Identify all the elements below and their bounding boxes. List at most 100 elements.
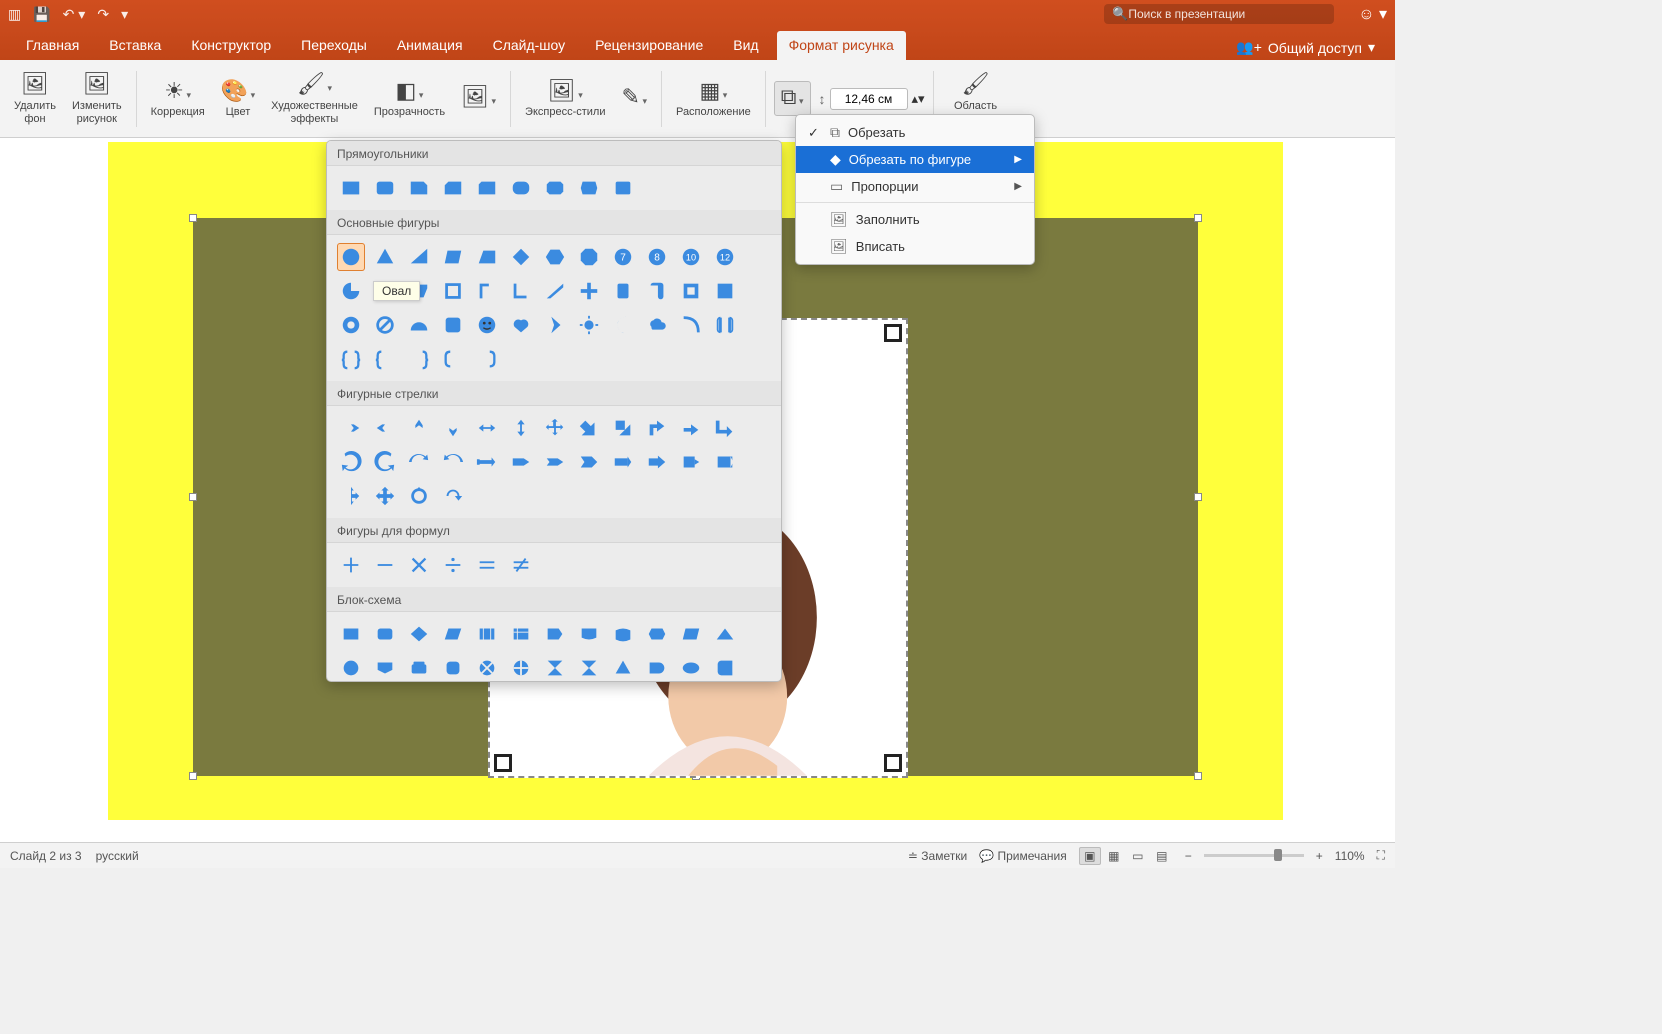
tab-slideshow[interactable]: Слайд-шоу [481, 31, 578, 60]
shape-option[interactable] [575, 174, 603, 202]
resize-handle[interactable] [189, 772, 197, 780]
shape-option[interactable] [337, 620, 365, 648]
shape-option[interactable] [643, 448, 671, 476]
shape-option[interactable] [473, 345, 501, 373]
shape-option[interactable] [711, 620, 739, 648]
shape-option[interactable] [405, 448, 433, 476]
shape-option[interactable] [575, 414, 603, 442]
shape-option[interactable] [337, 174, 365, 202]
shape-option[interactable] [677, 448, 705, 476]
tab-review[interactable]: Рецензирование [583, 31, 715, 60]
language-indicator[interactable]: русский [96, 849, 139, 863]
shape-option[interactable] [405, 345, 433, 373]
shape-option[interactable]: 7 [609, 243, 637, 271]
shape-option[interactable] [337, 551, 365, 579]
shape-option[interactable] [439, 277, 467, 305]
shape-option[interactable] [371, 243, 399, 271]
shape-option[interactable] [337, 448, 365, 476]
shape-option[interactable] [711, 654, 739, 681]
shape-option[interactable] [473, 448, 501, 476]
shape-option[interactable] [337, 311, 365, 339]
zoom-in-button[interactable]: + [1316, 849, 1323, 863]
shape-option[interactable] [575, 277, 603, 305]
shape-option[interactable] [507, 414, 535, 442]
compress-reset-button[interactable]: 🖼 [455, 82, 502, 114]
tab-design[interactable]: Конструктор [179, 31, 283, 60]
comments-button[interactable]: 💬 Примечания [979, 849, 1067, 863]
shape-option[interactable] [541, 311, 569, 339]
reading-view-button[interactable]: ▭ [1127, 847, 1149, 865]
shape-option[interactable] [405, 551, 433, 579]
shape-option[interactable] [507, 174, 535, 202]
shape-option[interactable] [473, 174, 501, 202]
normal-view-button[interactable]: ▣ [1079, 847, 1101, 865]
menu-item-crop-to-shape[interactable]: ◆Обрезать по фигуре▶ [796, 146, 1034, 173]
shape-option[interactable] [507, 243, 535, 271]
artistic-effects-button[interactable]: 🖌Художественные эффекты [265, 69, 364, 128]
shape-option[interactable] [541, 277, 569, 305]
shape-option[interactable] [575, 620, 603, 648]
tab-insert[interactable]: Вставка [97, 31, 173, 60]
shape-option[interactable] [643, 620, 671, 648]
shape-option[interactable]: 8 [643, 243, 671, 271]
redo-icon[interactable]: ↷ [97, 6, 109, 23]
shape-option[interactable] [643, 654, 671, 681]
resize-handle[interactable] [1194, 493, 1202, 501]
save-icon[interactable]: 💾 [33, 6, 50, 23]
menu-item-fit[interactable]: 🖼Вписать [796, 233, 1034, 260]
shape-option[interactable] [677, 654, 705, 681]
shape-option[interactable] [541, 654, 569, 681]
tab-home[interactable]: Главная [14, 31, 91, 60]
shape-option[interactable]: 10 [677, 243, 705, 271]
shape-option[interactable] [473, 243, 501, 271]
shape-option[interactable] [405, 311, 433, 339]
shape-option[interactable] [337, 482, 365, 510]
height-input[interactable] [830, 88, 908, 110]
shape-option[interactable] [371, 654, 399, 681]
shape-option[interactable] [371, 414, 399, 442]
shape-option[interactable] [439, 345, 467, 373]
shape-option[interactable] [405, 174, 433, 202]
remove-background-button[interactable]: 🖼Удалить фон [8, 69, 62, 128]
zoom-out-button[interactable]: − [1185, 849, 1192, 863]
picture-border-button[interactable]: ✎ [616, 82, 653, 114]
shape-option[interactable] [371, 551, 399, 579]
resize-handle[interactable] [1194, 772, 1202, 780]
shape-option[interactable] [439, 654, 467, 681]
resize-handle[interactable] [1194, 214, 1202, 222]
zoom-level[interactable]: 110% [1335, 849, 1365, 863]
shape-option[interactable] [575, 243, 603, 271]
shape-option[interactable] [405, 414, 433, 442]
fit-to-window-button[interactable]: ⛶ [1377, 848, 1385, 863]
shape-option[interactable] [337, 345, 365, 373]
share-button[interactable]: 👥+ Общий доступ ▾ [1230, 35, 1381, 60]
shape-option[interactable] [677, 277, 705, 305]
shape-option[interactable] [507, 277, 535, 305]
shape-option[interactable] [439, 482, 467, 510]
shape-option[interactable] [371, 311, 399, 339]
shape-option[interactable] [609, 620, 637, 648]
shape-option[interactable] [507, 654, 535, 681]
tab-animations[interactable]: Анимация [385, 31, 475, 60]
shape-option[interactable] [439, 551, 467, 579]
shape-option[interactable] [473, 414, 501, 442]
shape-option[interactable] [541, 174, 569, 202]
shape-option[interactable] [405, 482, 433, 510]
shape-option[interactable] [711, 448, 739, 476]
tab-view[interactable]: Вид [721, 31, 770, 60]
shape-option[interactable] [337, 654, 365, 681]
shape-option[interactable] [371, 620, 399, 648]
shape-option[interactable] [609, 654, 637, 681]
shape-option[interactable] [541, 414, 569, 442]
shape-option[interactable] [473, 311, 501, 339]
shape-option[interactable] [473, 277, 501, 305]
corrections-button[interactable]: ☀Коррекция [145, 76, 211, 122]
quick-styles-button[interactable]: 🖼Экспресс-стили [519, 76, 611, 122]
shape-option[interactable]: Овал [337, 277, 365, 305]
shape-option[interactable] [609, 311, 637, 339]
crop-handle[interactable] [494, 754, 512, 772]
shape-option[interactable] [405, 654, 433, 681]
shape-option[interactable] [541, 620, 569, 648]
shape-option[interactable]: 12 [711, 243, 739, 271]
menu-item-crop[interactable]: ✓⧉Обрезать [796, 119, 1034, 146]
